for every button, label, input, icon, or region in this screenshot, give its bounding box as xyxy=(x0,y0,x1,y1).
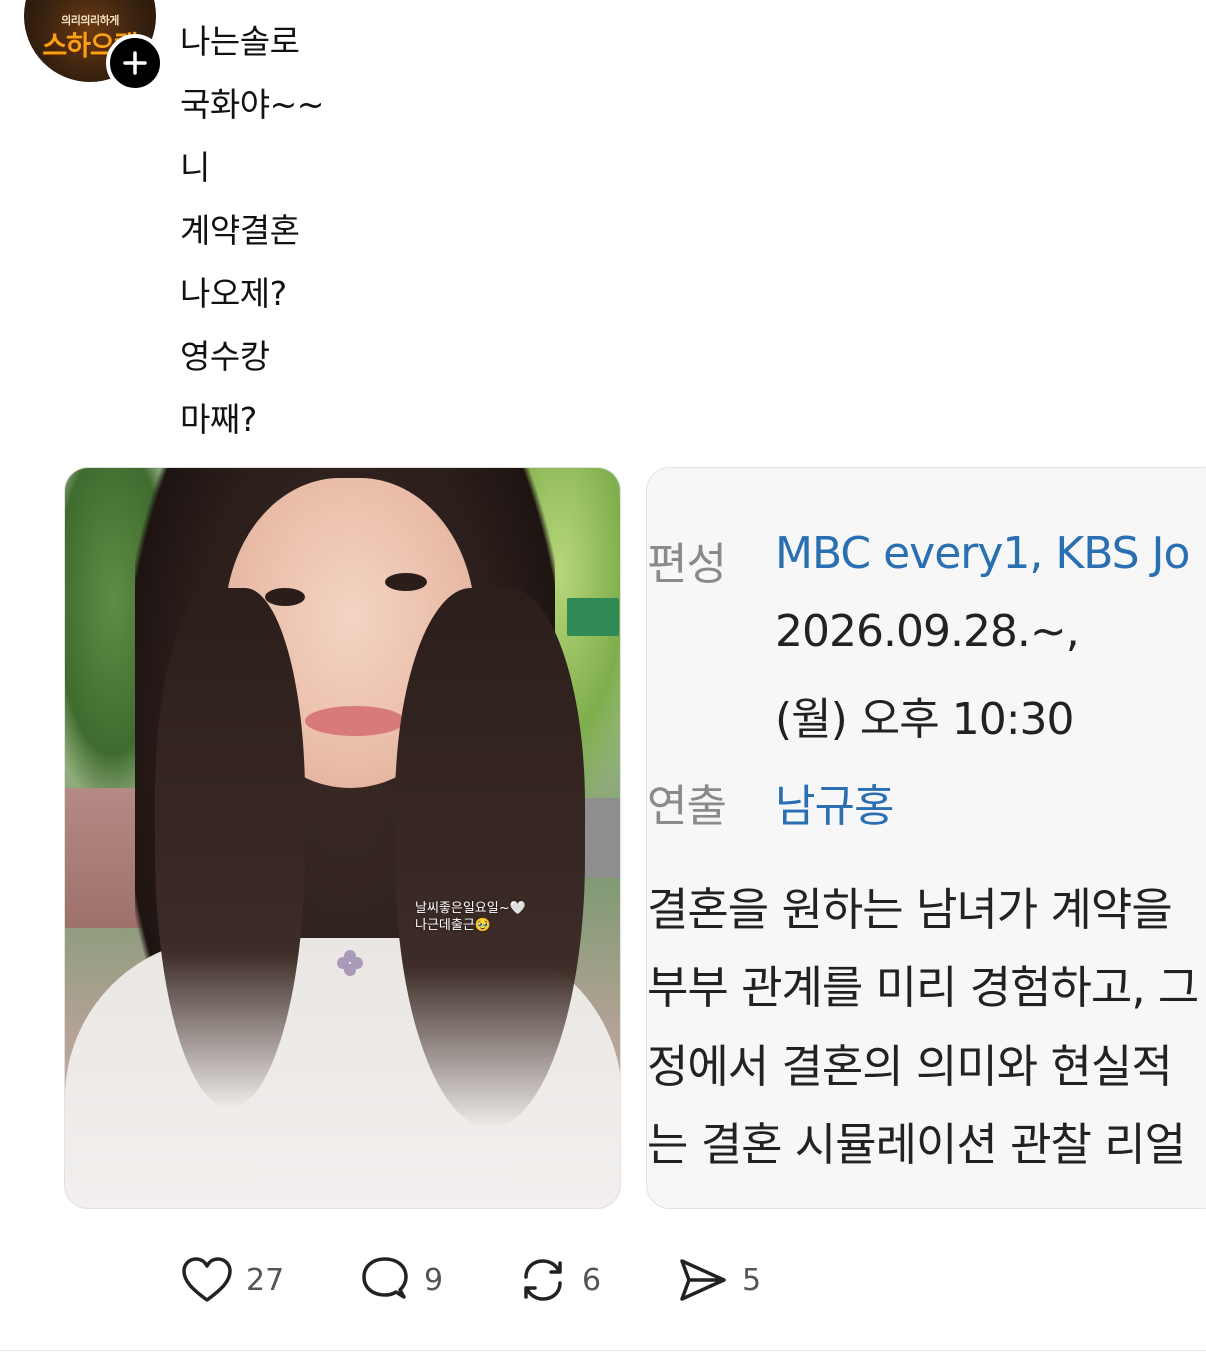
clover-pendant-icon xyxy=(337,950,363,976)
broadcast-date: 2026.09.28.~, xyxy=(775,606,1080,657)
broadcast-value: MBC every1, KBS Jo xyxy=(775,528,1190,579)
comment-icon xyxy=(362,1257,408,1299)
share-count: 5 xyxy=(742,1262,762,1298)
caption-line: 날씨좋은일요일~🤍 xyxy=(415,901,526,916)
post-line: 마째? xyxy=(180,400,257,439)
director-value: 남규홍 xyxy=(775,781,894,832)
media-photo-selfie[interactable]: 날씨좋은일요일~🤍 나근데출근🥹 xyxy=(64,467,621,1209)
post-line: 영수캉 xyxy=(180,337,270,376)
reply-count: 9 xyxy=(424,1262,444,1298)
repost-icon xyxy=(524,1259,562,1301)
divider xyxy=(0,1350,1206,1351)
street-sign xyxy=(567,598,619,636)
author-avatar-container[interactable]: 의리의리하게 스하으캠 xyxy=(24,0,164,92)
eye xyxy=(385,573,427,591)
caption-line: 나근데출근🥹 xyxy=(415,918,491,933)
media-info-screenshot[interactable]: 편성 MBC every1, KBS Jo 2026.09.28.~, (월) … xyxy=(646,467,1206,1209)
heart-icon xyxy=(182,1257,232,1302)
share-button[interactable]: 5 xyxy=(676,1255,761,1305)
post-line: 나는솔로 xyxy=(180,22,300,61)
description-line: 결혼을 원하는 남녀가 계약을 xyxy=(647,883,1173,936)
lips xyxy=(305,706,405,736)
description-line: 는 결혼 시뮬레이션 관찰 리얼 xyxy=(647,1118,1186,1171)
eye xyxy=(265,588,305,606)
description-line: 부부 관계를 미리 경험하고, 그 xyxy=(647,961,1199,1014)
hair xyxy=(395,588,585,1128)
photo-caption: 날씨좋은일요일~🤍 나근데출근🥹 xyxy=(415,900,526,934)
broadcast-label: 편성 xyxy=(647,539,727,590)
post-body: 나는솔로 국화야~~ 니 계약결혼 나오제? 영수캉 마째? xyxy=(180,10,324,451)
follow-button[interactable] xyxy=(106,34,164,92)
send-icon xyxy=(680,1259,726,1301)
reply-button[interactable]: 9 xyxy=(358,1255,443,1305)
repost-count: 6 xyxy=(582,1262,602,1298)
plus-icon xyxy=(123,51,147,75)
hair xyxy=(155,588,305,1108)
post-line: 국화야~~ xyxy=(180,85,324,124)
post-line: 계약결혼 xyxy=(180,211,300,250)
like-button[interactable]: 27 xyxy=(180,1255,284,1305)
repost-button[interactable]: 6 xyxy=(516,1255,601,1305)
like-count: 27 xyxy=(246,1262,285,1298)
description-line: 정에서 결혼의 의미와 현실적 xyxy=(647,1040,1173,1093)
post-line: 니 xyxy=(180,148,210,187)
post-line: 나오제? xyxy=(180,274,287,313)
director-label: 연출 xyxy=(647,781,727,832)
broadcast-time: (월) 오후 10:30 xyxy=(775,694,1075,745)
